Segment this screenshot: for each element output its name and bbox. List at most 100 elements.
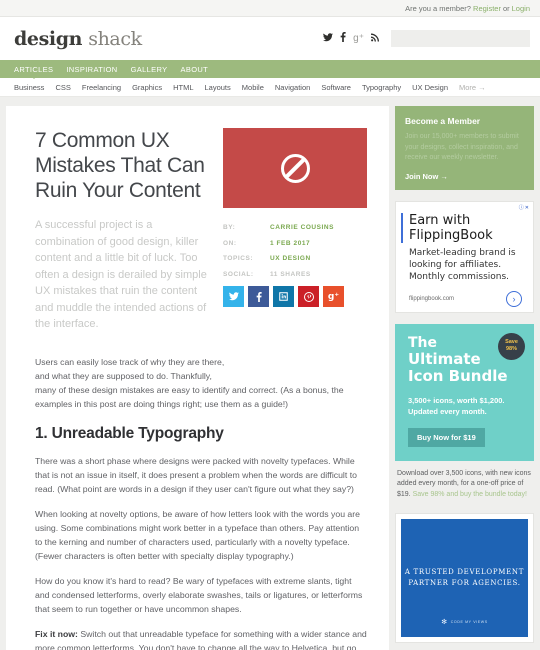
member-or: or — [502, 3, 510, 13]
register-link[interactable]: Register — [473, 4, 501, 13]
no-entry-icon — [280, 153, 310, 183]
paragraph-3: How do you know it's hard to read? Be wa… — [35, 575, 363, 614]
member-bar: Are you a member? Register or Login — [0, 0, 540, 17]
codemyviews-line-1: A TRUSTED DEVELOPMENT — [404, 568, 525, 576]
icon-bundle-caption: Download over 3,500 icons, with new icon… — [395, 461, 534, 501]
meta-label-social: SOCIAL: — [223, 270, 254, 278]
join-now-button[interactable]: Join Now → — [405, 172, 524, 181]
paragraph-intro-rest: many of these design mistakes are easy t… — [35, 384, 344, 409]
meta-value-shares: 11 SHARES — [270, 270, 311, 278]
subnav-more-link[interactable]: More → — [459, 83, 486, 92]
facebook-icon[interactable] — [340, 32, 346, 45]
member-box-title: Become a Member — [405, 116, 481, 126]
codemyviews-logo-mark: ✻ — [441, 619, 448, 626]
meta-label-by: BY: — [223, 224, 236, 231]
article-header: 7 Common UX Mistakes That Can Ruin Your … — [35, 128, 367, 347]
codemyviews-line-2: PARTNER FOR AGENCIES. — [408, 579, 521, 587]
icon-bundle-line-3: Icon Bundle — [408, 366, 508, 385]
subnav-item-business[interactable]: Business — [14, 83, 44, 92]
primary-navigation: ARTICLES INSPIRATION GALLERY ABOUT — [0, 60, 540, 78]
icon-bundle-subtext: 3,500+ icons, worth $1,200. Updated ever… — [408, 395, 505, 416]
nav-item-about[interactable]: ABOUT — [180, 65, 208, 74]
save-badge-line2: 98% — [505, 346, 517, 352]
share-button-row: g⁺ — [223, 286, 367, 307]
meta-value-topics[interactable]: UX DESIGN — [270, 255, 311, 262]
icon-bundle-ad[interactable]: Save 98% The Ultimate Icon Bundle 3,500+… — [395, 323, 534, 501]
codemyviews-logo: ✻ CODE MY VIEWS — [441, 618, 488, 626]
subnav-item-freelancing[interactable]: Freelancing — [82, 83, 121, 92]
flippingbook-ad[interactable]: ⓘ✕ Earn with FlippingBook Market-leading… — [395, 200, 534, 313]
pinterest-share-button[interactable] — [298, 286, 319, 307]
buy-now-button[interactable]: Buy Now for $19 — [408, 427, 485, 447]
logo-light: shack — [88, 27, 142, 50]
article-header-text: 7 Common UX Mistakes That Can Ruin Your … — [35, 128, 223, 347]
subnav-item-navigation[interactable]: Navigation — [275, 83, 310, 92]
googleplus-share-button[interactable]: g⁺ — [323, 286, 344, 307]
facebook-share-button[interactable] — [248, 286, 269, 307]
subnav-item-ux-design[interactable]: UX Design — [412, 83, 448, 92]
page-body: 7 Common UX Mistakes That Can Ruin Your … — [0, 97, 540, 650]
become-a-member-box: Become a Member Join our 15,000+ members… — [395, 106, 534, 190]
googleplus-icon[interactable]: g⁺ — [353, 33, 364, 44]
paragraph-4: Fix it now: Switch out that unreadable t… — [35, 627, 367, 650]
flippingbook-ad-footer: flippingbook.com › — [401, 290, 528, 307]
meta-value-author[interactable]: CARRIE COUSINS — [270, 224, 334, 231]
sidebar: Become a Member Join our 15,000+ members… — [395, 106, 534, 650]
paragraph-4-text: Switch out that unreadable typeface for … — [35, 628, 367, 650]
fix-it-now-label: Fix it now: — [35, 628, 78, 639]
codemyviews-logo-text: CODE MY VIEWS — [450, 620, 488, 624]
nav-item-inspiration[interactable]: INSPIRATION — [66, 65, 117, 74]
masthead-right: g⁺ — [323, 30, 530, 47]
member-box-text: Join our 15,000+ members to submit your … — [405, 133, 519, 161]
meta-row-social: SOCIAL: 11 SHARES — [223, 271, 367, 278]
meta-row-topics: TOPICS: UX DESIGN — [223, 255, 367, 262]
codemyviews-ad[interactable]: A TRUSTED DEVELOPMENT PARTNER FOR AGENCI… — [395, 513, 534, 643]
search-input[interactable] — [391, 30, 530, 47]
subnav-item-html[interactable]: HTML — [173, 83, 193, 92]
save-badge: Save 98% — [498, 332, 525, 360]
flippingbook-ad-headline: Earn with FlippingBook — [401, 212, 528, 243]
page-title: 7 Common UX Mistakes That Can Ruin Your … — [35, 129, 205, 202]
adchoices-icon[interactable]: ⓘ✕ — [519, 204, 530, 211]
flippingbook-ad-body: Market-leading brand is looking for affi… — [409, 247, 516, 282]
chevron-right-icon[interactable]: › — [506, 290, 522, 307]
secondary-navigation: Business CSS Freelancing Graphics HTML L… — [0, 78, 540, 97]
twitter-icon[interactable] — [323, 32, 334, 45]
meta-row-by: BY: CARRIE COUSINS — [223, 224, 367, 231]
member-prompt: Are you a member? — [405, 3, 471, 13]
site-logo[interactable]: design shack — [14, 28, 142, 50]
article-body: Users can easily lose track of why they … — [35, 347, 367, 650]
login-link[interactable]: Login — [512, 4, 530, 13]
linkedin-share-button[interactable] — [273, 286, 294, 307]
logo-bold: design — [14, 27, 82, 50]
rss-icon[interactable] — [370, 33, 379, 45]
article-column: 7 Common UX Mistakes That Can Ruin Your … — [6, 106, 389, 650]
save-badge-line1: Save — [505, 339, 518, 345]
meta-value-date: 1 FEB 2017 — [270, 239, 311, 247]
subnav-item-css[interactable]: CSS — [55, 83, 70, 92]
nav-item-articles[interactable]: ARTICLES — [14, 65, 53, 74]
subnav-item-layouts[interactable]: Layouts — [205, 83, 231, 92]
subnav-item-graphics[interactable]: Graphics — [132, 83, 162, 92]
twitter-share-button[interactable] — [223, 286, 244, 307]
flippingbook-ad-url: flippingbook.com — [409, 295, 455, 302]
meta-row-on: ON: 1 FEB 2017 — [223, 240, 367, 247]
paragraph-2: When looking at novelty options, be awar… — [35, 508, 360, 561]
paragraph-1: There was a short phase where designs we… — [35, 455, 357, 494]
meta-label-on: ON: — [223, 239, 237, 247]
paragraph-intro-narrow: Users can easily lose track of why they … — [35, 356, 225, 381]
section-heading-1: 1. Unreadable Typography — [35, 424, 224, 442]
masthead: design shack g⁺ — [0, 17, 540, 60]
subnav-item-typography[interactable]: Typography — [362, 83, 401, 92]
codemyviews-ad-panel: A TRUSTED DEVELOPMENT PARTNER FOR AGENCI… — [401, 519, 528, 637]
article-standfirst: A successful project is a combination of… — [35, 219, 207, 330]
icon-bundle-caption-green: Save 98% and buy the bundle today! — [412, 490, 527, 498]
subnav-item-software[interactable]: Software — [321, 83, 351, 92]
subnav-item-mobile[interactable]: Mobile — [242, 83, 264, 92]
icon-bundle-ad-panel: Save 98% The Ultimate Icon Bundle 3,500+… — [395, 323, 534, 461]
article-meta: BY: CARRIE COUSINS ON: 1 FEB 2017 TOPICS… — [223, 208, 367, 307]
article-hero-image — [223, 128, 367, 208]
meta-label-topics: TOPICS: — [223, 255, 254, 262]
nav-item-gallery[interactable]: GALLERY — [131, 65, 168, 74]
article-header-aside: BY: CARRIE COUSINS ON: 1 FEB 2017 TOPICS… — [223, 128, 367, 347]
